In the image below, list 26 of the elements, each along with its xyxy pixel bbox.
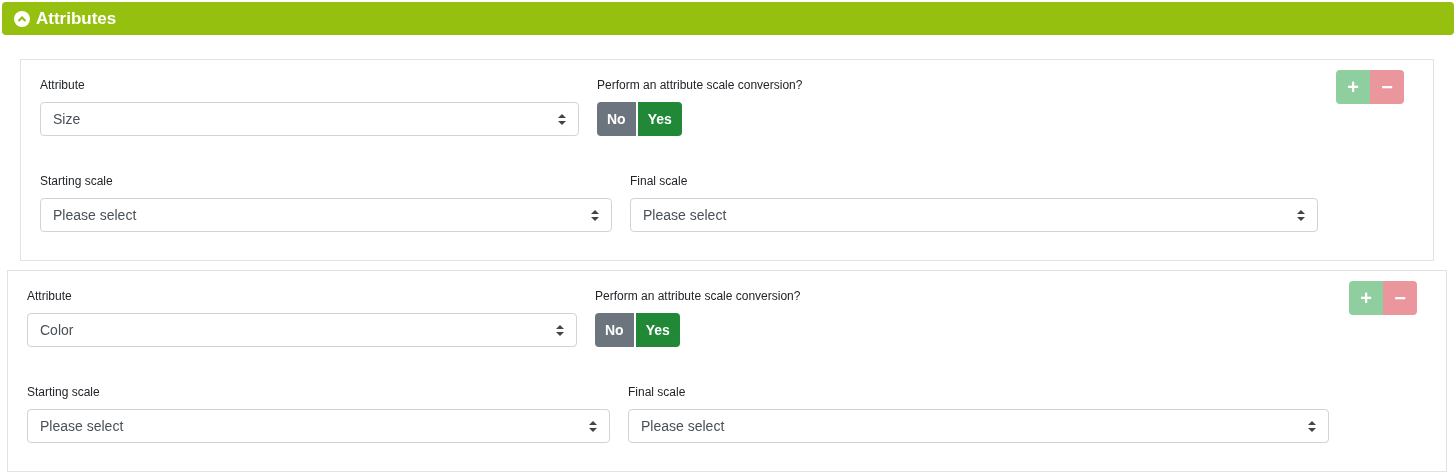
field-label: Starting scale (40, 173, 114, 190)
select-field[interactable]: Please select (40, 198, 612, 232)
field-label: Attribute (27, 288, 73, 305)
select-field[interactable]: Please select (27, 409, 610, 443)
field-label: Perform an attribute scale conversion? (597, 77, 803, 94)
field-label: Perform an attribute scale conversion? (595, 288, 801, 305)
field-label: Starting scale (27, 384, 101, 401)
sort-icon (591, 209, 599, 221)
toggle-option[interactable]: Yes (635, 313, 680, 347)
chevron-up-icon (14, 10, 30, 27)
select-field[interactable]: Please select (628, 409, 1329, 443)
select-field[interactable]: Please select (630, 198, 1318, 232)
toggle-option[interactable]: No (595, 313, 634, 347)
field-label: Final scale (630, 173, 689, 190)
sort-icon (558, 113, 566, 125)
select-field[interactable]: Color (27, 313, 577, 347)
sort-icon (589, 420, 597, 432)
field-label: Attribute (40, 77, 86, 94)
field-label: Final scale (628, 384, 687, 401)
sort-icon (1297, 209, 1305, 221)
sort-icon (1308, 420, 1316, 432)
section-title: Attributes (36, 7, 117, 30)
toggle-option[interactable]: No (597, 102, 636, 136)
select-field[interactable]: Size (40, 102, 579, 136)
toggle-option[interactable]: Yes (637, 102, 682, 136)
sort-icon (556, 324, 564, 336)
